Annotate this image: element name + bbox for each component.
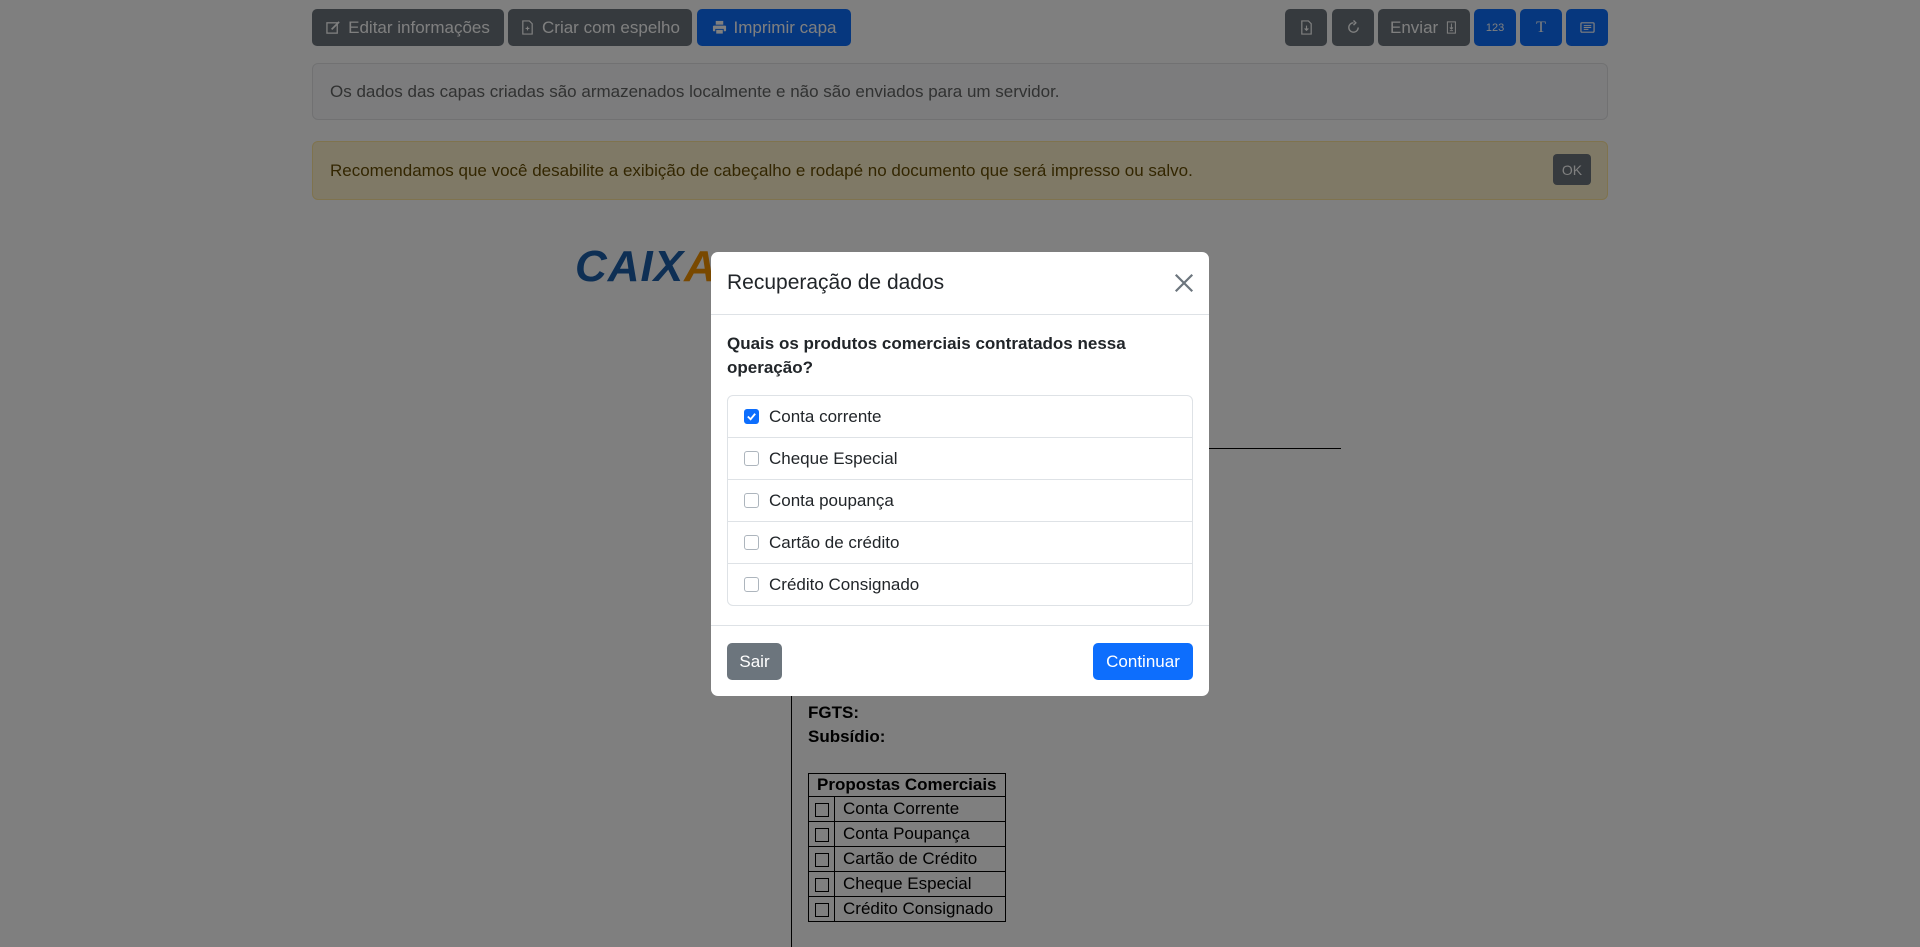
option-label: Cheque Especial — [769, 448, 898, 468]
option-cheque-especial[interactable]: Cheque Especial — [728, 437, 1192, 479]
option-conta-poupanca[interactable]: Conta poupança — [728, 479, 1192, 521]
data-recovery-modal: Recuperação de dados Quais os produtos c… — [711, 252, 1209, 696]
checkbox-checked[interactable] — [744, 409, 759, 424]
option-credito-consignado[interactable]: Crédito Consignado — [728, 563, 1192, 605]
option-label: Conta corrente — [769, 406, 882, 426]
option-label: Cartão de crédito — [769, 532, 900, 552]
option-cartao-credito[interactable]: Cartão de crédito — [728, 521, 1192, 563]
page: Editar informações Criar com espelho Imp… — [0, 0, 1920, 947]
close-icon[interactable] — [1173, 272, 1195, 294]
option-conta-corrente[interactable]: Conta corrente — [728, 396, 1192, 437]
products-checklist: Conta corrente Cheque Especial Conta pou… — [727, 395, 1193, 606]
check-icon — [747, 413, 756, 421]
modal-header: Recuperação de dados — [711, 252, 1209, 315]
products-question: Quais os produtos comerciais contratados… — [727, 334, 1126, 377]
checkbox[interactable] — [744, 535, 759, 550]
checkbox[interactable] — [744, 451, 759, 466]
checkbox[interactable] — [744, 577, 759, 592]
option-label: Conta poupança — [769, 490, 894, 510]
option-label: Crédito Consignado — [769, 574, 920, 594]
modal-footer: Sair Continuar — [711, 625, 1209, 696]
checkbox[interactable] — [744, 493, 759, 508]
continue-button[interactable]: Continuar — [1093, 643, 1193, 680]
modal-title: Recuperação de dados — [727, 271, 945, 294]
exit-button[interactable]: Sair — [727, 643, 782, 680]
